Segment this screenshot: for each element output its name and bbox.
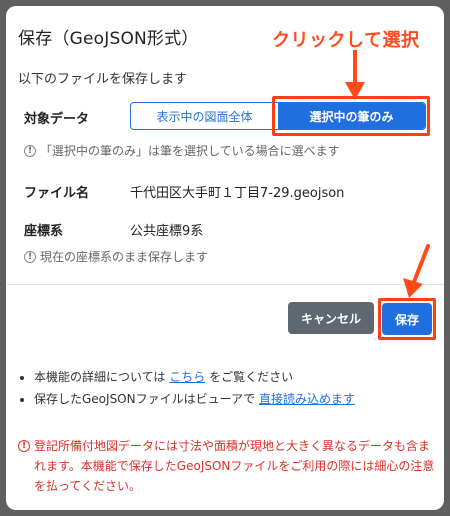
list-item: 保存したGeoJSONファイルはビューアで 直接読み込めます [34, 388, 355, 410]
list-item: 本機能の詳細については こちら をご覧ください [34, 366, 355, 388]
coord-system-value: 公共座標9系 [130, 224, 204, 239]
click-callout: クリックして選択 [272, 30, 420, 51]
target-hint-text: 「選択中の筆のみ」は筆を選択している場合に選べます [40, 144, 340, 158]
note1-prefix: 本機能の詳細については [34, 370, 166, 384]
coord-hint-text: 現在の座標系のまま保存します [40, 250, 209, 264]
dialog-title: 保存（GeoJSON形式） [18, 29, 199, 49]
option-selected-parcels[interactable]: 選択中の筆のみ [278, 103, 425, 129]
coord-hint: ! 現在の座標系のまま保存します [24, 248, 208, 265]
viewer-link[interactable]: 直接読み込めます [259, 392, 355, 406]
divider [6, 284, 444, 285]
info-icon: ! [24, 250, 36, 263]
arrow-down-icon [345, 50, 365, 100]
option-whole-drawing[interactable]: 表示中の図面全体 [131, 103, 278, 129]
target-segmented-control: 表示中の図面全体 選択中の筆のみ [130, 102, 426, 130]
warning-text: 登記所備付地図データには寸法や面積が現地と大きく異なるデータも含まれます。本機能… [34, 439, 435, 493]
details-link[interactable]: こちら [169, 370, 205, 384]
note1-suffix: をご覧ください [209, 370, 294, 384]
target-label: 対象データ [24, 112, 90, 127]
warning-message: ! 登記所備付地図データには寸法や面積が現地と大きく異なるデータも含まれます。本… [18, 436, 438, 496]
info-icon: ! [24, 144, 36, 157]
cancel-button[interactable]: キャンセル [288, 302, 374, 334]
notes-list: 本機能の詳細については こちら をご覧ください 保存したGeoJSONファイルは… [34, 366, 355, 410]
save-button[interactable]: 保存 [382, 303, 432, 335]
file-name-value: 千代田区大手町１丁目7-29.geojson [130, 186, 345, 201]
save-geojson-dialog: 保存（GeoJSON形式） クリックして選択 以下のファイルを保存します 対象デ… [6, 6, 444, 510]
note2-prefix: 保存したGeoJSONファイルはビューアで [34, 392, 256, 406]
dialog-intro: 以下のファイルを保存します [18, 72, 188, 87]
coord-system-label: 座標系 [24, 224, 64, 239]
target-hint: ! 「選択中の筆のみ」は筆を選択している場合に選べます [24, 142, 340, 159]
file-name-label: ファイル名 [24, 186, 90, 201]
warning-icon: ! [18, 440, 30, 452]
arrow-down-left-icon [403, 244, 430, 298]
